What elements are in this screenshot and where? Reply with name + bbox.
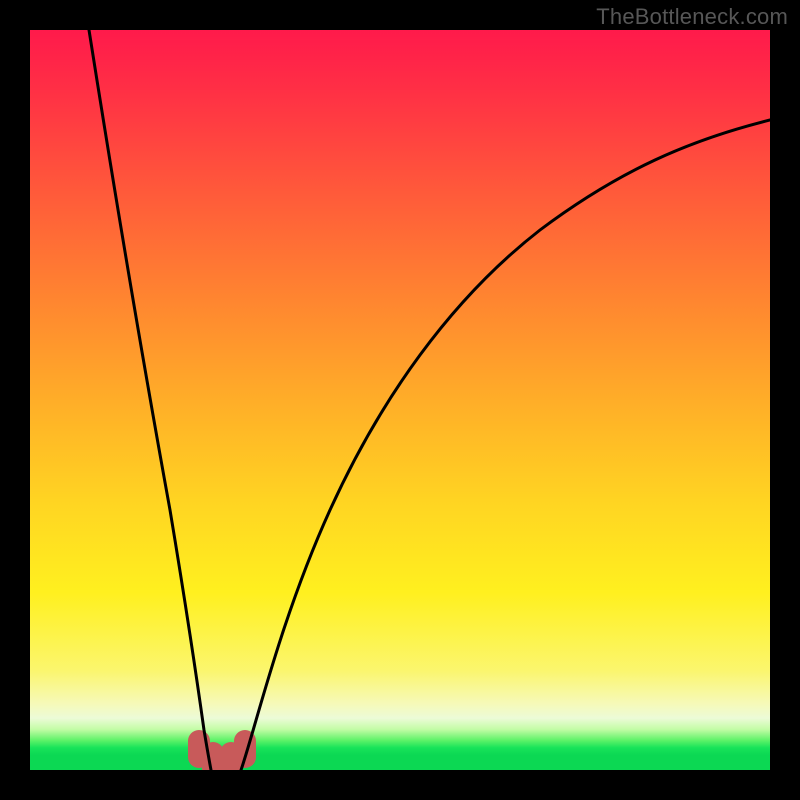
plot-area: [30, 30, 770, 770]
curve-left-branch: [89, 30, 211, 770]
curve-right-branch: [241, 120, 770, 770]
chart-frame: TheBottleneck.com: [0, 0, 800, 800]
watermark-text: TheBottleneck.com: [596, 4, 788, 30]
curve-overlay: [30, 30, 770, 770]
